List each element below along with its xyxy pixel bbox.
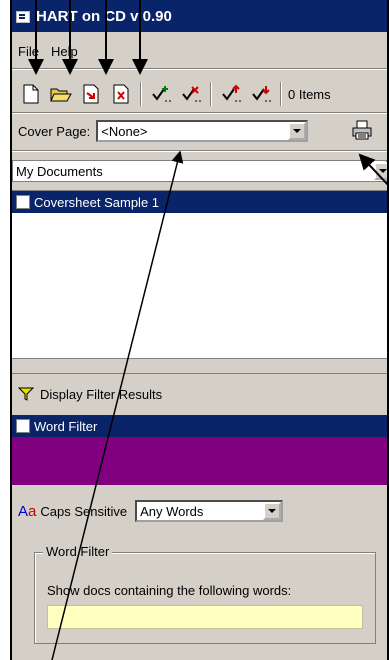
- open-folder-button[interactable]: [46, 80, 76, 108]
- caps-sensitive-row: Aa Caps Sensitive Any Words: [12, 497, 387, 525]
- menu-bar: File Help: [12, 40, 387, 62]
- cover-page-value: <None>: [101, 123, 148, 139]
- word-filter-input[interactable]: [47, 605, 363, 629]
- cover-page-label: Cover Page:: [18, 123, 91, 139]
- filter-header: Display Filter Results: [12, 380, 387, 408]
- chevron-down-icon: [268, 509, 277, 513]
- cover-page-row: Cover Page: <None>: [12, 116, 387, 146]
- toolbar-separator: [210, 82, 212, 106]
- new-document-button[interactable]: [16, 80, 46, 108]
- location-value: My Documents: [16, 163, 103, 179]
- chevron-down-icon: [379, 169, 387, 173]
- word-filter-group: Word Filter Show docs containing the fol…: [34, 544, 376, 644]
- checkbox[interactable]: [16, 195, 30, 209]
- word-filter-description: Show docs containing the following words…: [47, 583, 292, 598]
- menu-file[interactable]: File: [18, 44, 39, 59]
- filter-icon: [18, 387, 34, 401]
- menu-help[interactable]: Help: [51, 44, 78, 59]
- filter-list: Word Filter: [12, 415, 387, 485]
- remove-check-icon: [182, 86, 201, 102]
- dropdown-button[interactable]: [263, 502, 282, 520]
- divider: [12, 112, 387, 114]
- new-document-icon: [23, 84, 39, 104]
- document-list: Coversheet Sample 1: [12, 190, 387, 359]
- filter-item-label: Word Filter: [34, 418, 98, 434]
- add-check-icon: [152, 86, 171, 102]
- toolbar-separator: [280, 82, 282, 106]
- delete-document-button[interactable]: [106, 80, 136, 108]
- title-bar: HART on CD v 0.90: [12, 0, 387, 32]
- caps-sensitive-label[interactable]: Caps Sensitive: [40, 504, 127, 519]
- import-document-icon: [83, 84, 99, 104]
- divider: [12, 150, 387, 152]
- divider: [12, 68, 387, 70]
- word-filter-group-title: Word Filter: [43, 544, 113, 559]
- chevron-down-icon: [293, 129, 302, 133]
- move-up-button[interactable]: [216, 80, 246, 108]
- toolbar-separator: [140, 82, 142, 106]
- check-up-arrow-icon: [222, 84, 241, 102]
- window-title: HART on CD v 0.90: [36, 7, 172, 25]
- list-item[interactable]: Word Filter: [12, 415, 387, 437]
- dropdown-button[interactable]: [374, 162, 387, 180]
- match-mode-value: Any Words: [140, 503, 204, 519]
- toolbar: 0 Items: [12, 77, 387, 111]
- uncheck-all-button[interactable]: [176, 80, 206, 108]
- match-mode-select[interactable]: Any Words: [135, 500, 284, 522]
- printer-icon: [352, 120, 372, 140]
- dropdown-button[interactable]: [288, 122, 307, 140]
- check-all-button[interactable]: [146, 80, 176, 108]
- document-label: Coversheet Sample 1: [34, 194, 160, 210]
- items-count: 0 Items: [288, 86, 331, 102]
- import-document-button[interactable]: [76, 80, 106, 108]
- app-icon: [16, 10, 30, 23]
- pane-splitter[interactable]: [12, 358, 387, 374]
- case-sensitive-icon: Aa: [18, 502, 37, 520]
- delete-document-icon: [113, 84, 129, 104]
- checkbox[interactable]: [16, 419, 30, 433]
- location-select[interactable]: My Documents: [12, 160, 387, 182]
- print-button[interactable]: [348, 116, 376, 144]
- cover-page-select[interactable]: <None>: [96, 120, 309, 142]
- open-folder-icon: [50, 88, 72, 102]
- check-down-arrow-icon: [252, 86, 271, 102]
- filter-header-label: Display Filter Results: [40, 386, 163, 402]
- list-item[interactable]: Coversheet Sample 1: [12, 191, 387, 213]
- move-down-button[interactable]: [246, 80, 276, 108]
- app-window: HART on CD v 0.90 File Help 0 Items Cove…: [10, 0, 389, 660]
